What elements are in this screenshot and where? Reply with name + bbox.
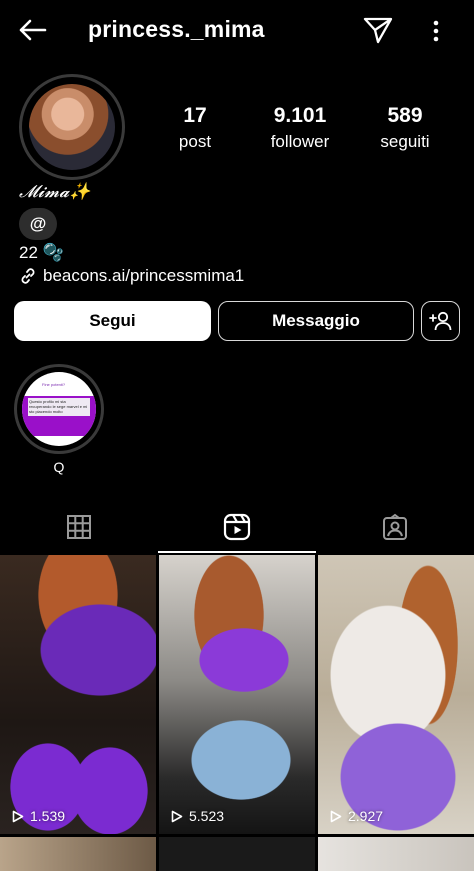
display-name: 𝓜𝓲𝓶𝓪✨ [19, 182, 91, 202]
reel-views: 1.539 [12, 808, 65, 824]
top-bar: princess._mima [0, 0, 474, 60]
tab-tagged[interactable] [316, 500, 474, 554]
highlight-cover: Fine potenti? Questo profilo mi sta recu… [22, 372, 96, 446]
threads-icon: @ [29, 214, 47, 233]
threads-badge[interactable]: @ [19, 208, 57, 240]
profile-avatar[interactable] [19, 74, 125, 180]
share-button[interactable] [361, 13, 395, 47]
tab-reels[interactable] [158, 500, 316, 554]
suggest-users-button[interactable] [421, 301, 460, 341]
reel-view-count: 5.523 [189, 808, 225, 824]
stat-posts-value: 17 [183, 104, 207, 127]
stat-posts[interactable]: 17 post [140, 104, 250, 152]
add-user-icon [428, 311, 451, 331]
play-icon [330, 810, 342, 822]
highlight-label: Q [53, 459, 65, 475]
highlight-preview-text: Questo profilo mi sta recuperando le seg… [28, 398, 90, 416]
stat-followers-value: 9.101 [273, 104, 327, 127]
play-icon [171, 810, 183, 822]
reel-thumbnail[interactable] [318, 837, 474, 871]
profile-link-text: beacons.ai/princessmima1 [43, 266, 245, 285]
stat-following-value: 589 [387, 104, 423, 127]
stat-following[interactable]: 589 seguiti [350, 104, 460, 152]
reel-thumbnail[interactable]: 5.523 [159, 555, 315, 834]
bio-text: 22 🫧 [19, 243, 64, 262]
reel-thumbnail[interactable]: 1.539 [0, 555, 156, 834]
tab-posts-grid[interactable] [0, 500, 158, 554]
reel-views: 5.523 [171, 808, 224, 824]
stat-posts-label: post [178, 132, 212, 151]
play-icon [12, 810, 24, 822]
reel-views: 2.927 [330, 808, 383, 824]
profile-username: princess._mima [88, 16, 265, 42]
paper-plane-icon [363, 17, 393, 44]
link-icon [21, 268, 35, 284]
reel-thumbnail[interactable] [159, 837, 315, 871]
reel-view-count: 1.539 [30, 808, 66, 824]
tagged-icon [383, 513, 407, 540]
grid-icon [67, 515, 91, 539]
message-button[interactable]: Messaggio [218, 301, 414, 341]
back-button[interactable] [14, 14, 50, 46]
follow-button[interactable]: Segui [14, 301, 211, 341]
stat-followers[interactable]: 9.101 follower [245, 104, 355, 152]
reel-thumbnail[interactable] [0, 837, 156, 871]
content-tabs [0, 500, 474, 554]
profile-link[interactable]: beacons.ai/princessmima1 [19, 266, 244, 286]
reel-view-count: 2.927 [348, 808, 384, 824]
avatar-image [29, 84, 115, 170]
stat-following-label: seguiti [380, 132, 430, 151]
more-options-button[interactable] [424, 14, 448, 48]
reels-icon [223, 513, 251, 541]
vertical-dots-icon [433, 20, 439, 42]
story-highlight[interactable]: Fine potenti? Questo profilo mi sta recu… [14, 364, 104, 454]
highlight-preview-title: Fine potenti? [42, 382, 66, 387]
active-tab-indicator [158, 551, 316, 553]
stat-followers-label: follower [270, 132, 330, 151]
reel-thumbnail[interactable]: 2.927 [318, 555, 474, 834]
arrow-left-icon [19, 19, 47, 41]
